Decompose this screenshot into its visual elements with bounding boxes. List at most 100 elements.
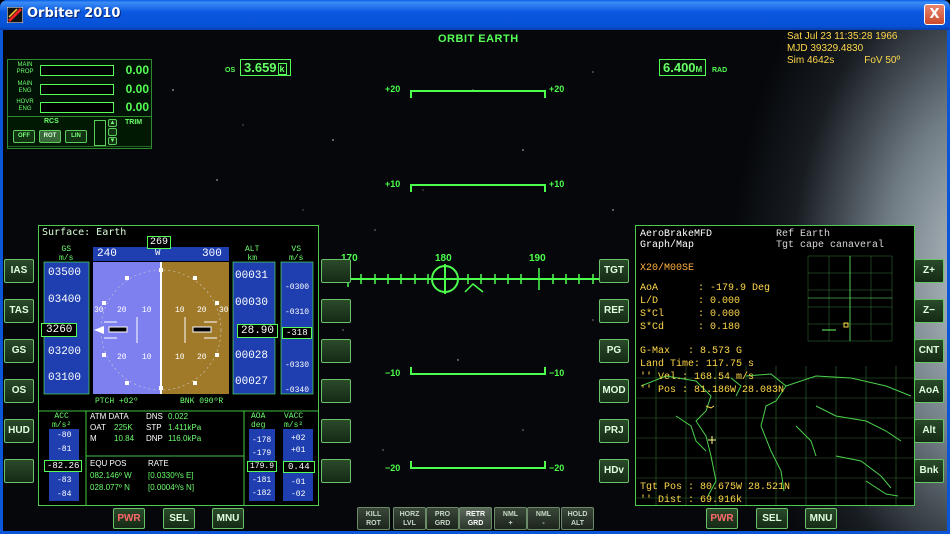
- aoa-button[interactable]: AoA: [914, 379, 944, 403]
- alt-tick-3: 00028: [235, 350, 269, 362]
- close-button[interactable]: X: [924, 4, 945, 25]
- left-mfd-button-r2[interactable]: [321, 299, 351, 323]
- pitch-label-minus20-right: −20: [549, 463, 565, 473]
- pg-button[interactable]: PG: [599, 339, 629, 363]
- adi-label-5: 20: [197, 306, 207, 315]
- ias-button[interactable]: IAS: [4, 259, 34, 283]
- cnt-button[interactable]: CNT: [914, 339, 944, 363]
- tgt-pos-label: Tgt Pos :: [640, 482, 695, 493]
- nav-retrgrd-button[interactable]: RETR GRD: [459, 507, 492, 530]
- alt-tick-1: 00031: [235, 270, 269, 282]
- left-mfd-button-r3[interactable]: [321, 339, 351, 363]
- vacc-tick-3: -01: [291, 478, 306, 487]
- vehicle-name: X20/M00SE: [640, 263, 695, 274]
- gs-tick-2: 03400: [48, 294, 82, 306]
- vacc-tick-1: +02: [291, 434, 306, 443]
- alt-tick-4: 00027: [235, 376, 269, 388]
- simulation-viewport[interactable]: ORBIT EARTH Sat Jul 23 11:35:28 1966 MJD…: [3, 30, 947, 531]
- nav-nml-minus-button[interactable]: NML -: [527, 507, 560, 530]
- acc-tick-2: -81: [57, 445, 72, 454]
- vacc-header: VACC m/s²: [284, 412, 304, 430]
- acc-tick-3: -83: [57, 476, 72, 485]
- adi-label-6: 30: [219, 306, 229, 315]
- aoa-tick-3: -181: [252, 476, 272, 485]
- left-mfd-pwr-button[interactable]: PWR: [113, 508, 145, 529]
- tas-button[interactable]: TAS: [4, 299, 34, 323]
- left-blank-button[interactable]: [4, 459, 34, 483]
- aoa-tick-4: -182: [252, 489, 272, 498]
- pitch-line-plus10: [410, 184, 546, 192]
- adi-label-8: 10: [142, 353, 152, 362]
- tgt-button[interactable]: TGT: [599, 259, 629, 283]
- left-mfd-button-r6[interactable]: [321, 459, 351, 483]
- target-marker: [708, 436, 716, 444]
- gmax-label: G-Max: [640, 346, 671, 357]
- nav-nml-plus-button[interactable]: NML +: [494, 507, 527, 530]
- vacc-tick-4: -02: [291, 490, 306, 499]
- right-mfd-sel-button[interactable]: SEL: [756, 508, 788, 529]
- acc-header: ACC m/s²: [52, 412, 72, 430]
- os-button[interactable]: OS: [4, 379, 34, 403]
- adi-label-9: 10: [175, 353, 185, 362]
- dns-value: 0.022: [168, 412, 189, 421]
- pitch-readout: PTCH +02º: [95, 397, 139, 406]
- gs-button[interactable]: GS: [4, 339, 34, 363]
- rate-label: RATE: [148, 459, 169, 468]
- hdv-button[interactable]: HDv: [599, 459, 629, 483]
- right-mfd-pwr-button[interactable]: PWR: [706, 508, 738, 529]
- nav-holdalt-button[interactable]: HOLD ALT: [561, 507, 594, 530]
- mod-button[interactable]: MOD: [599, 379, 629, 403]
- bank-readout: BNK 090ºR: [180, 397, 224, 406]
- acc-current-value: -82.26: [44, 460, 83, 472]
- ref-button[interactable]: REF: [599, 299, 629, 323]
- bnk-button[interactable]: Bnk: [914, 459, 944, 483]
- left-mfd-button-r1[interactable]: [321, 259, 351, 283]
- aoa-current-value: 179.9: [247, 461, 278, 472]
- aoa-tick-2: -179: [252, 449, 272, 458]
- dist-value: 69.916k: [700, 495, 743, 506]
- nav-horzlvl-button[interactable]: HORZ LVL: [393, 507, 426, 530]
- right-mfd-mnu-button[interactable]: MNU: [805, 508, 837, 529]
- left-mfd-sel-button[interactable]: SEL: [163, 508, 195, 529]
- zoom-in-button[interactable]: Z+: [914, 259, 944, 283]
- aero-params-values: : -179.9 Deg: 0.000: 0.000: 0.180: [698, 283, 771, 333]
- land-time-value: 117.75 s: [706, 359, 755, 370]
- aoa-header: AOA deg: [251, 412, 266, 430]
- pitch-label-minus10-right: −10: [549, 368, 565, 378]
- pos-value: 81.186W 28.083N: [694, 385, 785, 396]
- alt-header: ALT km: [245, 245, 260, 263]
- pitch-line-minus20: [410, 461, 546, 469]
- adi-label-3: 10: [142, 306, 152, 315]
- gs-tick-4: 03100: [48, 372, 82, 384]
- nav-progrd-button[interactable]: PRO GRD: [426, 507, 459, 530]
- pitch-label-minus10-left: −10: [385, 368, 401, 378]
- vacc-tick-2: +01: [291, 446, 306, 455]
- hud-button[interactable]: HUD: [4, 419, 34, 443]
- mach-value: 10.84: [114, 434, 135, 443]
- stp-label: STP: [146, 423, 162, 432]
- aero-ref-tgt: Ref Earth Tgt cape canaveral: [776, 229, 885, 251]
- land-time-label: Land Time:: [640, 359, 701, 370]
- adi-label-1: 30: [94, 306, 104, 315]
- zoom-out-button[interactable]: Z−: [914, 299, 944, 323]
- heading-tick-3: 300: [202, 248, 222, 260]
- alt-button[interactable]: Alt: [914, 419, 944, 443]
- aero-title: AeroBrakeMFD Graph/Map: [640, 229, 713, 251]
- aoa-tick-1: -178: [252, 436, 272, 445]
- equ-lon: 082.146º W: [90, 471, 132, 480]
- acc-tick-4: -84: [57, 490, 72, 499]
- alt-current-value: 28.90: [237, 324, 279, 338]
- vs-header: VS m/s: [289, 245, 304, 263]
- adi-label-2: 20: [117, 306, 127, 315]
- gs-header: GS m/s: [59, 245, 74, 263]
- adi-label-7: 20: [117, 353, 127, 362]
- alt-tick-2: 00030: [235, 297, 269, 309]
- left-mfd-mnu-button[interactable]: MNU: [212, 508, 244, 529]
- pitch-label-plus20-left: +20: [385, 84, 401, 94]
- nav-killrot-button[interactable]: KILL ROT: [357, 507, 390, 530]
- left-mfd-button-r5[interactable]: [321, 419, 351, 443]
- rate-lon: [0.0330º/s E]: [148, 471, 194, 480]
- left-mfd-button-r4[interactable]: [321, 379, 351, 403]
- heading-current-value: 269: [147, 236, 172, 249]
- prj-button[interactable]: PRJ: [599, 419, 629, 443]
